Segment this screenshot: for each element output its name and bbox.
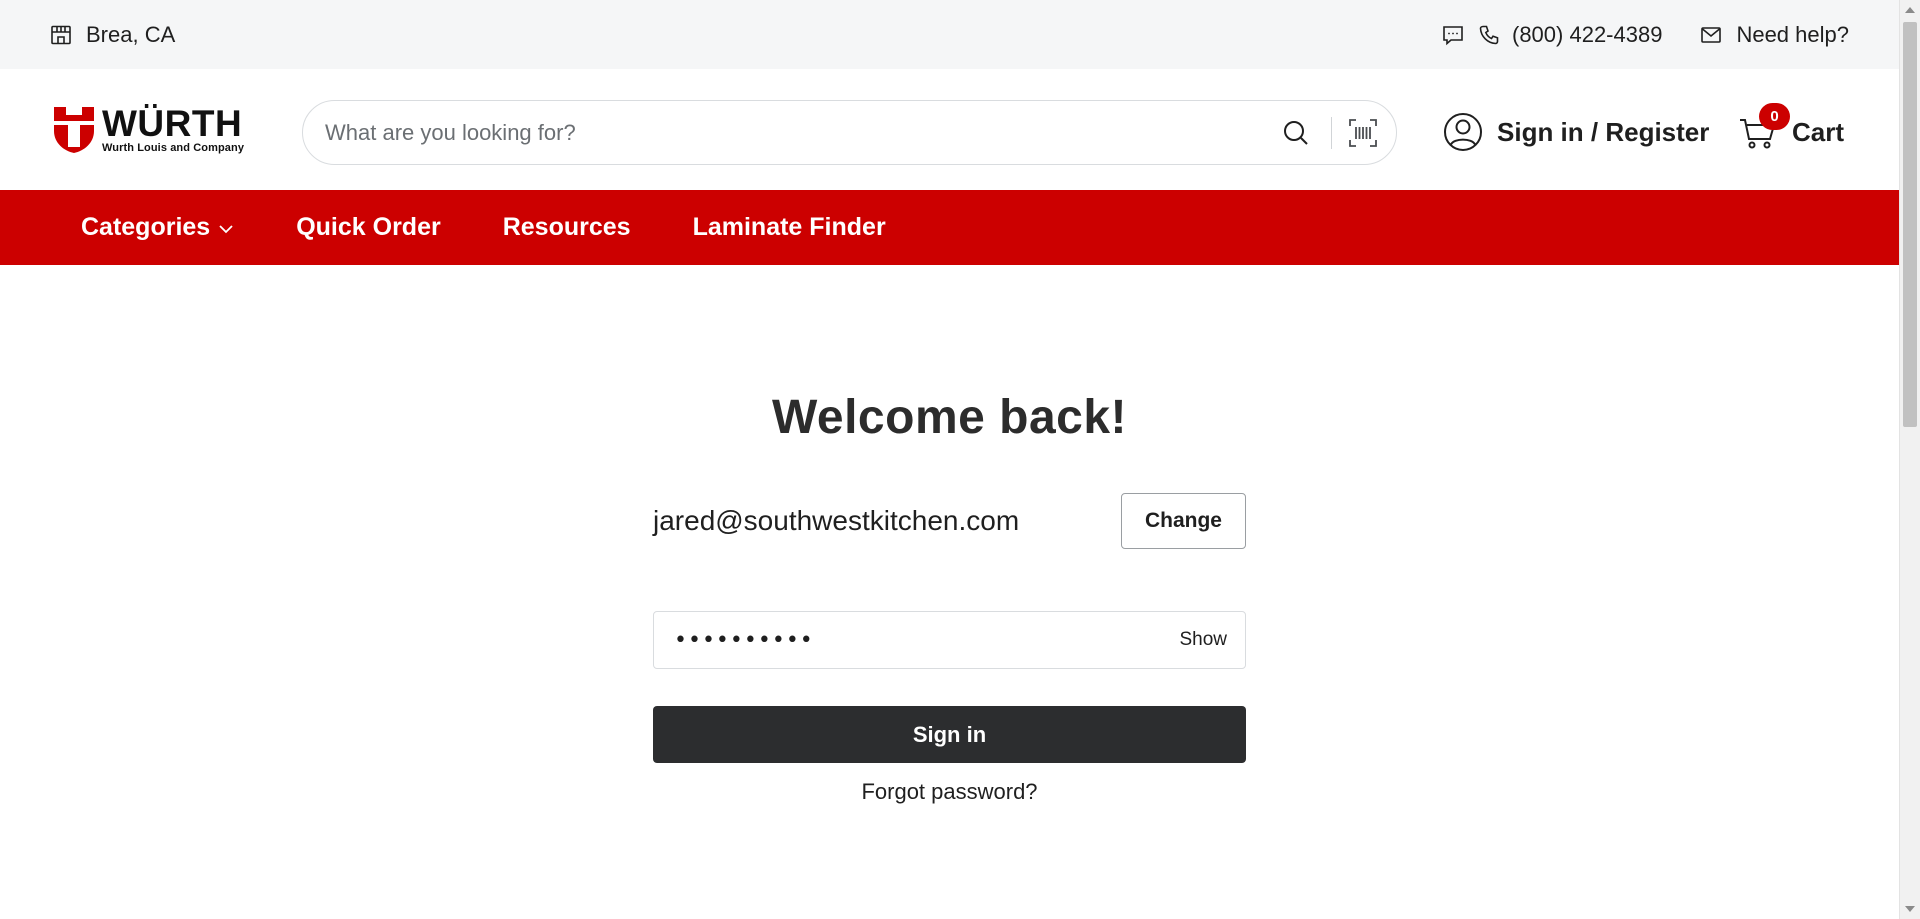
search-input[interactable] xyxy=(325,119,1279,146)
logo-wordmark: WÜRTH xyxy=(102,103,243,144)
nav-quick-order-label: Quick Order xyxy=(296,213,441,241)
account-label: Sign in / Register xyxy=(1497,116,1710,147)
nav-resources-label: Resources xyxy=(502,213,631,241)
change-email-button[interactable]: Change xyxy=(1121,492,1246,549)
cart-label: Cart xyxy=(1792,116,1845,147)
sign-in-button[interactable]: Sign in xyxy=(653,706,1246,763)
nav-categories-label: Categories xyxy=(81,213,211,241)
phone-number: (800) 422-4389 xyxy=(1512,21,1663,47)
cart-count-badge: 0 xyxy=(1759,103,1790,130)
help-link[interactable]: Need help? xyxy=(1700,22,1849,48)
email-row: jared@southwestkitchen.com Change xyxy=(653,492,1246,549)
show-password-toggle[interactable]: Show xyxy=(1179,629,1227,651)
scroll-down-arrow-icon[interactable] xyxy=(1905,906,1915,912)
cart-link[interactable]: 0 Cart xyxy=(1738,103,1845,155)
search-bar xyxy=(302,100,1397,165)
store-location[interactable]: Brea, CA xyxy=(50,22,175,48)
email-value: jared@southwestkitchen.com xyxy=(653,504,1020,536)
scroll-up-arrow-icon[interactable] xyxy=(1905,7,1915,13)
help-text: Need help? xyxy=(1736,21,1849,47)
page-title: Welcome back! xyxy=(771,391,1128,444)
forgot-password-link[interactable]: Forgot password? xyxy=(653,779,1246,805)
mail-icon xyxy=(1701,26,1722,43)
nav-laminate-finder[interactable]: Laminate Finder xyxy=(693,213,886,242)
site-header: WÜRTH Wurth Louis and Company Sign in / … xyxy=(0,69,1899,190)
password-input[interactable] xyxy=(674,627,1180,653)
nav-quick-order[interactable]: Quick Order xyxy=(296,213,441,242)
barcode-scan-button[interactable] xyxy=(1346,116,1380,150)
contact-phone[interactable]: (800) 422-4389 xyxy=(1442,22,1662,48)
signin-form: Welcome back! jared@southwestkitchen.com… xyxy=(653,390,1246,805)
main-nav: Categories Quick Order Resources Laminat… xyxy=(0,190,1899,265)
phone-icon xyxy=(1479,25,1499,44)
user-icon xyxy=(1444,113,1482,151)
wurth-logo[interactable]: WÜRTH Wurth Louis and Company xyxy=(54,103,254,155)
page-scrollbar[interactable] xyxy=(1899,0,1920,919)
search-divider xyxy=(1331,116,1332,149)
account-link[interactable]: Sign in / Register xyxy=(1443,111,1709,153)
store-icon xyxy=(51,25,71,44)
chevron-down-icon xyxy=(219,225,233,234)
search-button[interactable] xyxy=(1279,116,1313,150)
nav-resources[interactable]: Resources xyxy=(503,213,631,242)
nav-laminate-finder-label: Laminate Finder xyxy=(692,213,886,241)
barcode-scan-icon xyxy=(1349,118,1377,147)
location-text: Brea, CA xyxy=(86,21,176,47)
nav-categories[interactable]: Categories xyxy=(81,213,234,242)
chat-icon[interactable] xyxy=(1442,24,1464,46)
utility-bar: Brea, CA (800) 422-4389 Need help? xyxy=(0,0,1899,69)
password-field: Show xyxy=(653,611,1246,669)
logo-subtitle: Wurth Louis and Company xyxy=(102,142,245,154)
logo-mark-icon xyxy=(54,107,94,153)
search-icon xyxy=(1284,120,1308,145)
scrollbar-thumb[interactable] xyxy=(1903,22,1917,427)
